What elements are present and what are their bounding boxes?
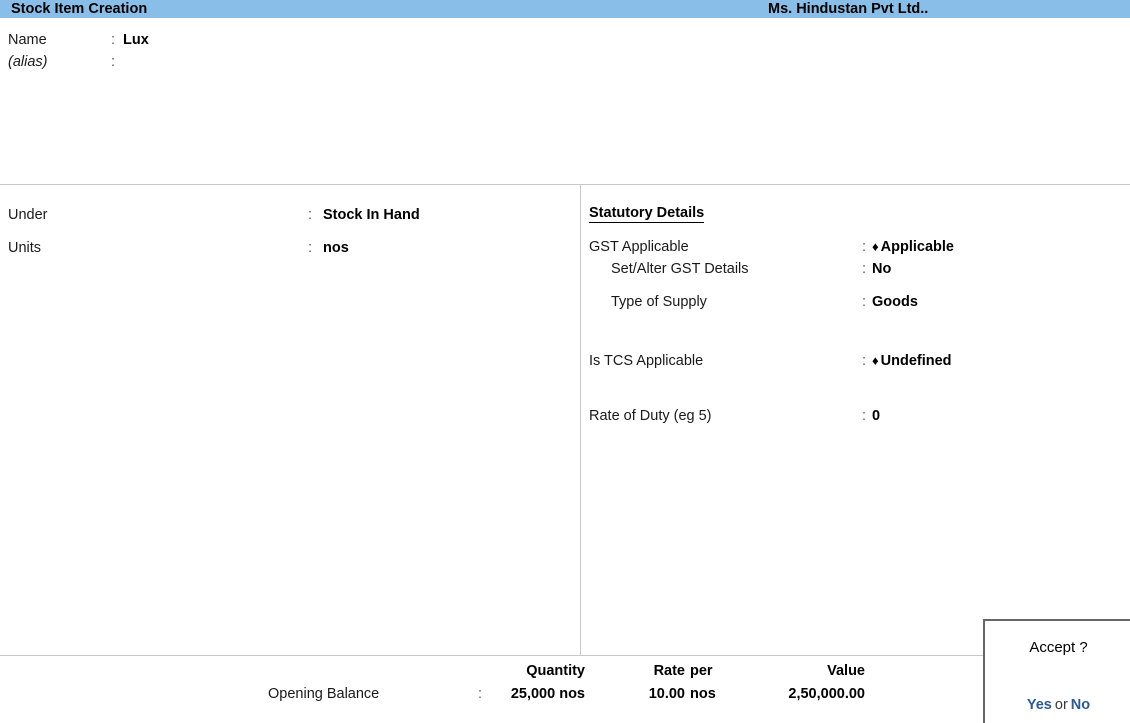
diamond-marker-icon: ♦ — [872, 353, 879, 368]
gst-applicable-colon: : — [862, 239, 867, 255]
is-tcs-applicable-value: Undefined — [880, 353, 952, 369]
rate-of-duty-colon: : — [862, 408, 867, 424]
type-of-supply-colon: : — [862, 294, 867, 310]
name-field[interactable]: Lux — [123, 32, 149, 48]
gst-applicable-field[interactable]: ♦ Applicable — [872, 239, 954, 255]
top-divider — [0, 184, 1130, 185]
name-label: Name — [8, 32, 47, 48]
bottom-divider — [0, 655, 1130, 656]
company-name: Ms. Hindustan Pvt Ltd.. — [768, 1, 929, 17]
opening-balance-rate[interactable]: 10.00 — [585, 686, 685, 702]
under-field[interactable]: Stock In Hand — [323, 207, 420, 223]
accept-dialog: Accept ? Yes or No — [983, 619, 1130, 723]
statutory-details-heading: Statutory Details — [589, 205, 705, 223]
column-header-rate: Rate — [653, 663, 685, 679]
diamond-marker-icon: ♦ — [872, 239, 879, 254]
alias-label: (alias) — [8, 54, 48, 70]
title-bar: Stock Item Creation Ms. Hindustan Pvt Lt… — [0, 0, 1130, 18]
accept-dialog-title: Accept ? — [1029, 639, 1088, 656]
units-colon: : — [308, 240, 313, 256]
units-field[interactable]: nos — [323, 240, 349, 256]
is-tcs-applicable-colon: : — [862, 353, 867, 369]
under-label: Under — [8, 207, 48, 223]
stock-item-creation-screen: Stock Item Creation Ms. Hindustan Pvt Lt… — [0, 0, 1130, 723]
accept-no-button[interactable]: No — [1071, 697, 1090, 713]
name-colon: : — [111, 32, 116, 48]
accept-dialog-actions: Yes or No — [985, 697, 1130, 713]
panel-divider — [580, 184, 581, 655]
under-colon: : — [308, 207, 313, 223]
screen-title: Stock Item Creation — [11, 1, 148, 17]
type-of-supply-field[interactable]: Goods — [872, 294, 918, 310]
column-header-value: Value — [827, 663, 865, 679]
accept-or-label: or — [1054, 697, 1068, 713]
rate-of-duty-field[interactable]: 0 — [872, 408, 880, 424]
set-alter-gst-details-label: Set/Alter GST Details — [611, 261, 749, 277]
type-of-supply-label: Type of Supply — [611, 294, 707, 310]
opening-balance-value[interactable]: 2,50,000.00 — [745, 686, 865, 702]
is-tcs-applicable-label: Is TCS Applicable — [589, 353, 704, 369]
gst-applicable-value: Applicable — [880, 239, 954, 255]
is-tcs-applicable-field[interactable]: ♦ Undefined — [872, 353, 952, 369]
opening-balance-per[interactable]: nos — [690, 686, 725, 702]
set-alter-gst-details-field[interactable]: No — [872, 261, 891, 277]
column-header-per: per — [690, 663, 713, 679]
units-label: Units — [8, 240, 42, 256]
column-header-quantity: Quantity — [526, 663, 585, 679]
set-alter-gst-details-colon: : — [862, 261, 867, 277]
gst-applicable-label: GST Applicable — [589, 239, 689, 255]
rate-of-duty-label: Rate of Duty (eg 5) — [589, 408, 712, 424]
accept-yes-button[interactable]: Yes — [1027, 697, 1052, 713]
opening-balance-quantity[interactable]: 25,000 nos — [385, 686, 585, 702]
alias-colon: : — [111, 54, 116, 70]
opening-balance-label: Opening Balance — [268, 686, 380, 702]
